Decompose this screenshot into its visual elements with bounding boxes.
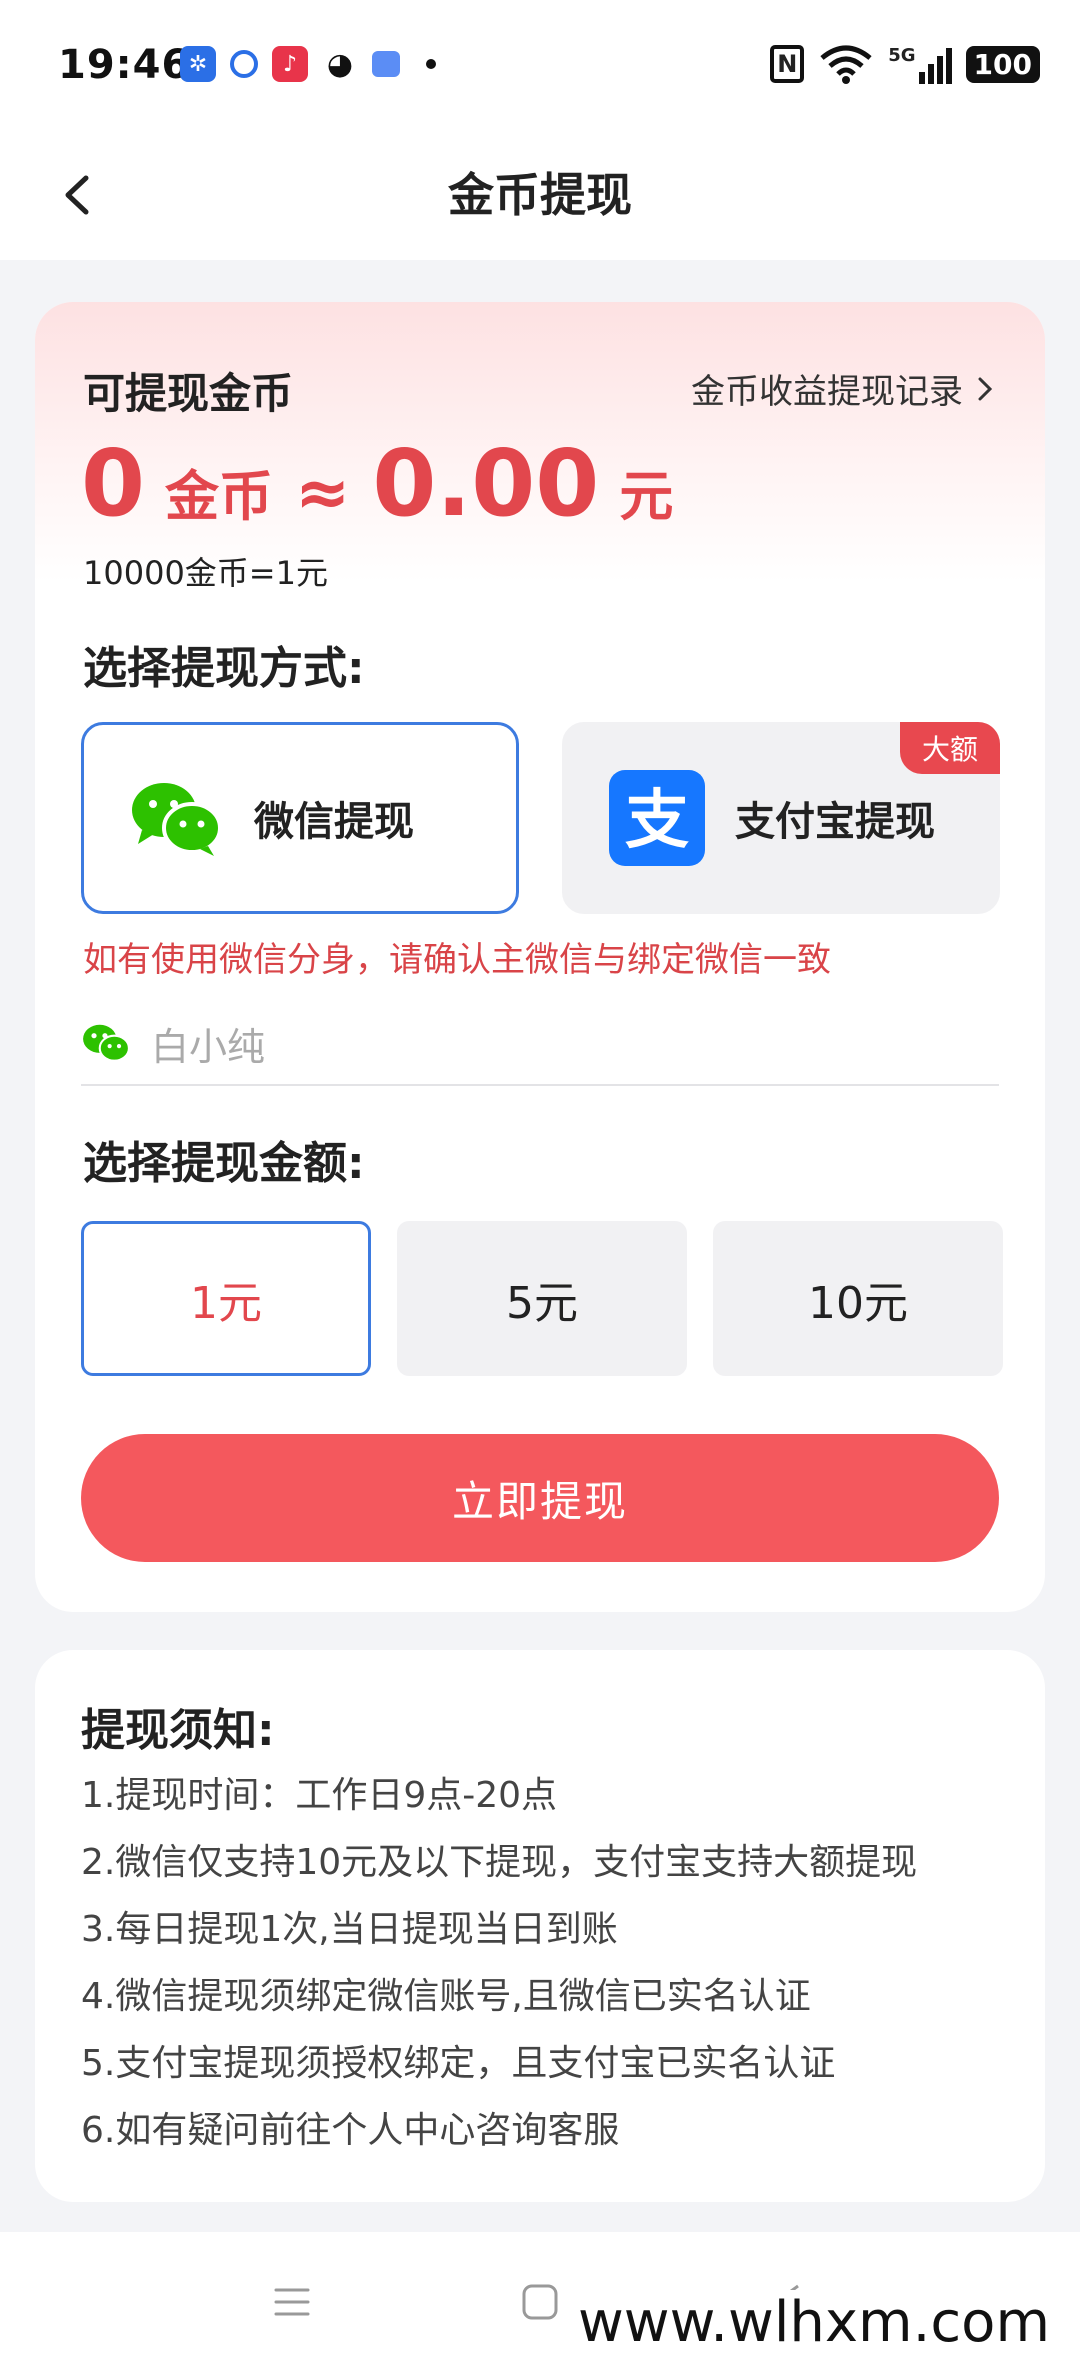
exchange-rate: 10000金币=1元 — [83, 554, 328, 592]
app-notification-icon: ✲ — [180, 46, 216, 82]
nfc-icon: N — [770, 45, 805, 83]
balance-amount: 0 金币 ≈ 0.00 元 — [81, 430, 695, 537]
site-watermark: www.wlhxm.com — [569, 2290, 1058, 2355]
wechat-method-option[interactable]: 微信提现 — [81, 722, 519, 914]
withdraw-records-link[interactable]: 金币收益提现记录 — [691, 364, 995, 413]
home-square-icon — [522, 2284, 558, 2320]
rule-item: 4.微信提现须绑定微信账号,且微信已实名认证 — [81, 1976, 811, 2017]
battery-indicator: 100 — [965, 45, 1040, 83]
alipay-method-option[interactable]: 大额 支 支付宝提现 — [562, 722, 1000, 914]
home-nav-button[interactable] — [510, 2272, 570, 2332]
network-type-label: 5G — [888, 44, 916, 66]
rule-item: 3.每日提现1次,当日提现当日到账 — [81, 1909, 618, 1950]
withdraw-records-label: 金币收益提现记录 — [691, 372, 963, 412]
message-notification-icon — [372, 51, 400, 77]
rule-item: 6.如有疑问前往个人中心咨询客服 — [81, 2110, 620, 2151]
rule-item: 1.提现时间：工作日9点-20点 — [81, 1775, 558, 1816]
wechat-method-label: 微信提现 — [254, 799, 414, 845]
withdraw-now-button[interactable]: 立即提现 — [81, 1434, 999, 1562]
rule-item: 2.微信仅支持10元及以下提现，支付宝支持大额提现 — [81, 1842, 918, 1883]
notification-icons: ✲ ♪ ◕ — [180, 46, 436, 82]
approx-sign: ≈ — [295, 454, 351, 531]
alipay-method-label: 支付宝提现 — [735, 799, 935, 845]
wifi-icon — [820, 45, 872, 84]
chevron-right-icon — [978, 377, 993, 400]
amount-option-1[interactable]: 1元 — [81, 1221, 371, 1376]
yuan-unit: 元 — [619, 465, 674, 528]
amount-option-5[interactable]: 5元 — [397, 1221, 687, 1376]
coin-balance: 0 — [81, 430, 146, 537]
amount-option-10[interactable]: 10元 — [713, 1221, 1003, 1376]
status-time: 19:46 — [58, 42, 191, 88]
page-title: 金币提现 — [448, 168, 632, 222]
rule-item: 5.支付宝提现须授权绑定，且支付宝已实名认证 — [81, 2043, 836, 2084]
coin-unit: 金币 — [165, 465, 274, 528]
music-notification-icon: ♪ — [272, 46, 308, 82]
more-notifications-dot — [426, 59, 436, 69]
large-amount-badge: 大额 — [899, 722, 1000, 774]
rules-list: 1.提现时间：工作日9点-20点 2.微信仅支持10元及以下提现，支付宝支持大额… — [81, 1762, 917, 2164]
browser-notification-icon — [230, 50, 258, 78]
balance-label: 可提现金币 — [83, 369, 294, 418]
amount-section-title: 选择提现金额: — [83, 1138, 365, 1189]
withdraw-card: 可提现金币 金币收益提现记录 0 金币 ≈ 0.00 元 10000金币=1元 … — [35, 302, 1045, 1612]
wechat-clone-notice: 如有使用微信分身，请确认主微信与绑定微信一致 — [83, 940, 831, 980]
rules-title: 提现须知: — [81, 1705, 275, 1756]
alipay-icon: 支 — [609, 770, 705, 866]
withdraw-rules-card: 提现须知: 1.提现时间：工作日9点-20点 2.微信仅支持10元及以下提现，支… — [35, 1650, 1045, 2202]
method-section-title: 选择提现方式: — [83, 643, 365, 694]
yuan-balance: 0.00 — [372, 430, 600, 537]
svg-text:支: 支 — [625, 784, 689, 858]
cell-signal-icon: 5G — [888, 44, 952, 84]
wechat-small-icon — [83, 1024, 130, 1062]
qq-notification-icon: ◕ — [322, 46, 358, 82]
wechat-icon — [132, 783, 222, 856]
account-name: 白小纯 — [151, 1024, 266, 1069]
menu-nav-button[interactable] — [262, 2272, 322, 2332]
menu-icon — [274, 2288, 310, 2316]
system-indicators: N 5G 100 — [770, 44, 1040, 84]
app-header: 金币提现 — [0, 130, 1080, 260]
bound-account-row: 白小纯 — [81, 1002, 999, 1086]
status-bar: 19:46 ✲ ♪ ◕ N 5G 100 — [0, 0, 1080, 130]
